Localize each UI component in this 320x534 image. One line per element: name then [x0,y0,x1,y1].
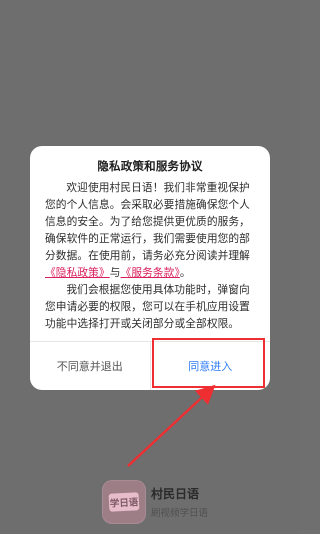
dialog-paragraph-1: 欢迎使用村民日语！我们非常重视保护您的个人信息。会采取必要措施确保您个人信息的安… [45,179,256,281]
dialog-body: 欢迎使用村民日语！我们非常重视保护您的个人信息。会采取必要措施确保您个人信息的安… [45,179,256,332]
privacy-dialog: 隐私政策和服务协议 欢迎使用村民日语！我们非常重视保护您的个人信息。会采取必要措… [30,146,270,390]
app-branding: 学日语 村民日语 刷视频学日语 [102,480,252,528]
dialog-paragraph-1-text: 欢迎使用村民日语！我们非常重视保护您的个人信息。会采取必要措施确保您个人信息的安… [45,181,250,262]
app-icon: 学日语 [102,480,146,524]
and-text: 与 [109,266,121,279]
disagree-and-exit-button[interactable]: 不同意并退出 [30,342,151,390]
dialog-title: 隐私政策和服务协议 [97,159,203,173]
period-text: 。 [179,266,191,279]
dialog-footer: 不同意并退出 同意进入 [30,341,270,390]
agree-and-enter-button[interactable]: 同意进入 [151,342,271,390]
app-name: 村民日语 [151,487,200,501]
app-icon-label: 学日语 [108,492,140,512]
dialog-paragraph-2: 我们会根据您使用具体功能时，弹窗向您申请必要的权限，您可以在手机应用设置功能中选… [45,283,250,330]
app-subtitle: 刷视频学日语 [151,508,209,519]
terms-of-service-link[interactable]: 《服务条款》 [121,266,180,279]
privacy-policy-link[interactable]: 《隐私政策》 [45,266,110,279]
